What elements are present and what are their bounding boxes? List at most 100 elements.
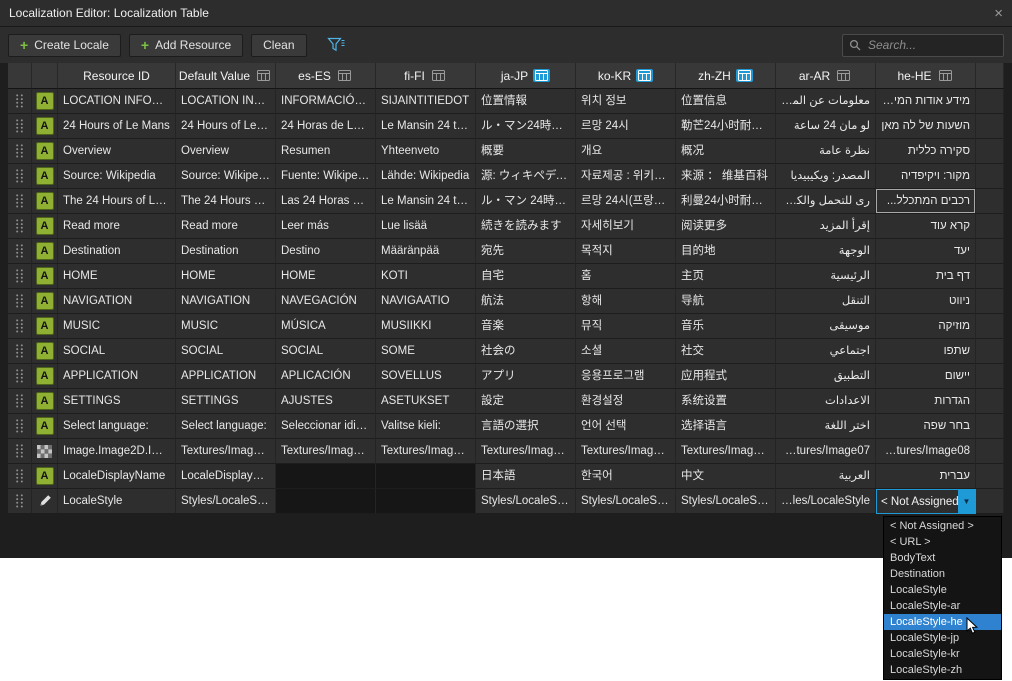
cell-default-value[interactable]: LocaleDisplayName (176, 464, 276, 489)
translate-icon[interactable] (736, 69, 753, 82)
cell-fi-fi[interactable]: Määränpää (376, 239, 476, 264)
cell-ko-kr[interactable]: 르망 24시(프랑스어: 24 Heures du Mans) (576, 189, 676, 214)
cell-zh-zh[interactable]: 来源 ： 维基百科 (676, 164, 776, 189)
cell-ar-ar[interactable]: نظرة عامة (776, 139, 876, 164)
cell-ja-jp[interactable]: 設定 (476, 389, 576, 414)
translate-icon[interactable] (533, 69, 550, 82)
cell-he-he[interactable]: מידע אודות המיקום (876, 89, 976, 114)
cell-ko-kr[interactable]: 목적지 (576, 239, 676, 264)
cell-ar-ar[interactable]: الاعدادات (776, 389, 876, 414)
cell-ko-kr[interactable]: 자료제공 : 위키백과 (576, 164, 676, 189)
dropdown-item-localestyle-jp[interactable]: LocaleStyle-jp (884, 630, 1001, 646)
cell-ar-ar[interactable]: لو مان 24 ساعة (776, 114, 876, 139)
cell-ja-jp[interactable]: 日本語 (476, 464, 576, 489)
drag-handle[interactable] (8, 139, 32, 164)
drag-handle[interactable] (8, 189, 32, 214)
cell-he-he[interactable]: מקור: ויקיפדיה (876, 164, 976, 189)
cell-ja-jp[interactable]: 続きを読みます (476, 214, 576, 239)
cell-resource-id[interactable]: LocaleDisplayName (58, 464, 176, 489)
cell-he-he[interactable]: רכבים המתכלל... (876, 189, 976, 214)
cell-ar-ar[interactable]: Textures/Image07 (776, 439, 876, 464)
cell-he-he[interactable]: ניווט (876, 289, 976, 314)
cell-ko-kr[interactable]: Styles/LocaleStyle (576, 489, 676, 514)
cell-default-value[interactable]: Destination (176, 239, 276, 264)
dropdown-item-localestyle[interactable]: LocaleStyle (884, 582, 1001, 598)
column-header-zh-zh[interactable]: zh-ZH (676, 63, 776, 89)
cell-ar-ar[interactable]: التطبيق (776, 364, 876, 389)
cell-ar-ar[interactable]: التنقل (776, 289, 876, 314)
dropdown-item-localestyle-ar[interactable]: LocaleStyle-ar (884, 598, 1001, 614)
cell-default-value[interactable]: APPLICATION (176, 364, 276, 389)
drag-handle[interactable] (8, 339, 32, 364)
cell-he-he[interactable]: שתפו (876, 339, 976, 364)
cell-ar-ar[interactable]: الوجهة (776, 239, 876, 264)
cell-es-es[interactable]: Fuente: Wikipedia (276, 164, 376, 189)
cell-fi-fi[interactable]: SOVELLUS (376, 364, 476, 389)
cell-ja-jp[interactable]: アプリ (476, 364, 576, 389)
cell-ko-kr[interactable]: 언어 선택 (576, 414, 676, 439)
cell-ko-kr[interactable]: 뮤직 (576, 314, 676, 339)
cell-default-value[interactable]: Read more (176, 214, 276, 239)
cell-default-value[interactable]: NAVIGATION (176, 289, 276, 314)
cell-resource-id[interactable]: The 24 Hours of Le Mans (58, 189, 176, 214)
drag-handle[interactable] (8, 164, 32, 189)
cell-default-value[interactable]: SOCIAL (176, 339, 276, 364)
cell-he-he[interactable]: Textures/Image08 (876, 439, 976, 464)
cell-ko-kr[interactable]: 한국어 (576, 464, 676, 489)
cell-resource-id[interactable]: Image.Image2D.Image01 (58, 439, 176, 464)
cell-fi-fi[interactable]: Lue lisää (376, 214, 476, 239)
cell-es-es[interactable]: Seleccionar idioma: (276, 414, 376, 439)
cell-zh-zh[interactable]: Styles/LocaleStyle (676, 489, 776, 514)
cell-resource-id[interactable]: SOCIAL (58, 339, 176, 364)
cell-resource-id[interactable]: HOME (58, 264, 176, 289)
cell-ja-jp[interactable]: 言語の選択 (476, 414, 576, 439)
cell-zh-zh[interactable]: 勒芒24小时耐力赛 (676, 114, 776, 139)
drag-handle[interactable] (8, 289, 32, 314)
cell-ko-kr[interactable]: 르망 24시 (576, 114, 676, 139)
cell-fi-fi[interactable]: MUSIIKKI (376, 314, 476, 339)
cell-ja-jp[interactable]: 概要 (476, 139, 576, 164)
cell-ja-jp[interactable]: 音楽 (476, 314, 576, 339)
cell-resource-id[interactable]: NAVIGATION (58, 289, 176, 314)
cell-ja-jp[interactable]: Textures/Image04 (476, 439, 576, 464)
cell-zh-zh[interactable]: 概况 (676, 139, 776, 164)
cell-he-he[interactable]: מוזיקה (876, 314, 976, 339)
cell-es-es[interactable]: INFORMACIÓN DE UBICACIÓN (276, 89, 376, 114)
cell-fi-fi[interactable]: SIJAINTITIEDOT (376, 89, 476, 114)
cell-ko-kr[interactable]: 위치 정보 (576, 89, 676, 114)
cell-ko-kr[interactable]: Textures/Image05 (576, 439, 676, 464)
drag-handle[interactable] (8, 464, 32, 489)
cell-es-es[interactable]: Destino (276, 239, 376, 264)
drag-handle[interactable] (8, 214, 32, 239)
cell-resource-id[interactable]: APPLICATION (58, 364, 176, 389)
cell-ar-ar[interactable]: رى للتحمل والكفاءة... (776, 189, 876, 214)
cell-zh-zh[interactable]: 应用程式 (676, 364, 776, 389)
cell-es-es[interactable]: NAVEGACIÓN (276, 289, 376, 314)
cell-fi-fi[interactable] (376, 464, 476, 489)
drag-handle[interactable] (8, 314, 32, 339)
cell-ja-jp[interactable]: Styles/LocaleStyle (476, 489, 576, 514)
add-resource-button[interactable]: + Add Resource (129, 34, 243, 57)
cell-ja-jp[interactable]: 自宅 (476, 264, 576, 289)
cell-ko-kr[interactable]: 개요 (576, 139, 676, 164)
cell-he-he[interactable]: יעד (876, 239, 976, 264)
cell-fi-fi[interactable]: KOTI (376, 264, 476, 289)
cell-resource-id[interactable]: Destination (58, 239, 176, 264)
dropdown-item-localestyle-kr[interactable]: LocaleStyle-kr (884, 646, 1001, 662)
cell-ko-kr[interactable]: 항해 (576, 289, 676, 314)
cell-default-value[interactable]: 24 Hours of Le Mans (176, 114, 276, 139)
cell-ar-ar[interactable]: اجتماعي (776, 339, 876, 364)
cell-es-es[interactable]: HOME (276, 264, 376, 289)
cell-zh-zh[interactable]: 社交 (676, 339, 776, 364)
drag-handle[interactable] (8, 489, 32, 514)
cell-ko-kr[interactable]: 홈 (576, 264, 676, 289)
drag-handle[interactable] (8, 239, 32, 264)
cell-ko-kr[interactable]: 응용프로그램 (576, 364, 676, 389)
translate-icon[interactable] (255, 69, 272, 82)
cell-zh-zh[interactable]: 导航 (676, 289, 776, 314)
cell-es-es[interactable]: MÚSICA (276, 314, 376, 339)
cell-he-he[interactable]: בחר שפה (876, 414, 976, 439)
cell-es-es[interactable] (276, 464, 376, 489)
cell-fi-fi[interactable]: ASETUKSET (376, 389, 476, 414)
cell-resource-id[interactable]: Select language: (58, 414, 176, 439)
